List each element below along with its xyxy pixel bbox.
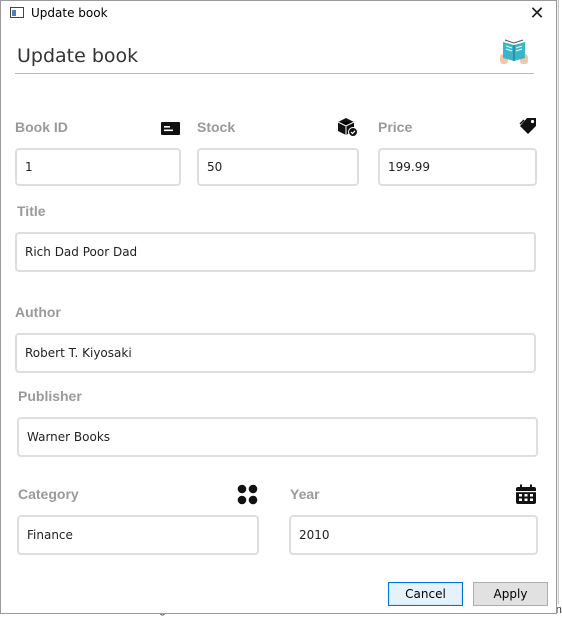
background-window-edge xyxy=(558,0,562,618)
title-bar: Update book ✕ xyxy=(1,1,556,27)
title-label: Title xyxy=(17,203,46,219)
calendar-icon xyxy=(516,484,536,504)
book-id-label: Book ID xyxy=(15,119,68,135)
header-divider xyxy=(15,73,534,74)
stock-label: Stock xyxy=(197,119,236,135)
category-grid-icon xyxy=(237,484,258,505)
price-label: Price xyxy=(378,119,413,135)
page-title: Update book xyxy=(17,45,139,67)
cancel-button[interactable]: Cancel xyxy=(388,582,463,606)
price-field[interactable]: 199.99 xyxy=(378,148,537,186)
stock-field[interactable]: 50 xyxy=(197,148,359,186)
apply-button[interactable]: Apply xyxy=(473,582,548,606)
box-check-icon xyxy=(337,118,358,137)
category-label: Category xyxy=(18,486,79,502)
publisher-field[interactable]: Warner Books xyxy=(17,417,538,457)
window-app-icon xyxy=(10,7,24,18)
year-label: Year xyxy=(290,486,320,502)
close-button[interactable]: ✕ xyxy=(526,2,548,24)
author-field[interactable]: Robert T. Kiyosaki xyxy=(15,333,536,373)
title-field[interactable]: Rich Dad Poor Dad xyxy=(15,232,536,272)
reading-book-icon xyxy=(500,39,528,64)
author-label: Author xyxy=(15,304,61,320)
price-tag-icon xyxy=(519,118,536,134)
update-book-dialog: Update book ✕ Update book Book ID 1 Stoc… xyxy=(0,0,557,614)
id-card-icon xyxy=(161,122,180,135)
category-field[interactable]: Finance xyxy=(17,515,259,555)
year-field[interactable]: 2010 xyxy=(289,515,538,555)
book-id-field[interactable]: 1 xyxy=(15,148,181,186)
window-title: Update book xyxy=(31,6,108,20)
publisher-label: Publisher xyxy=(18,388,82,404)
